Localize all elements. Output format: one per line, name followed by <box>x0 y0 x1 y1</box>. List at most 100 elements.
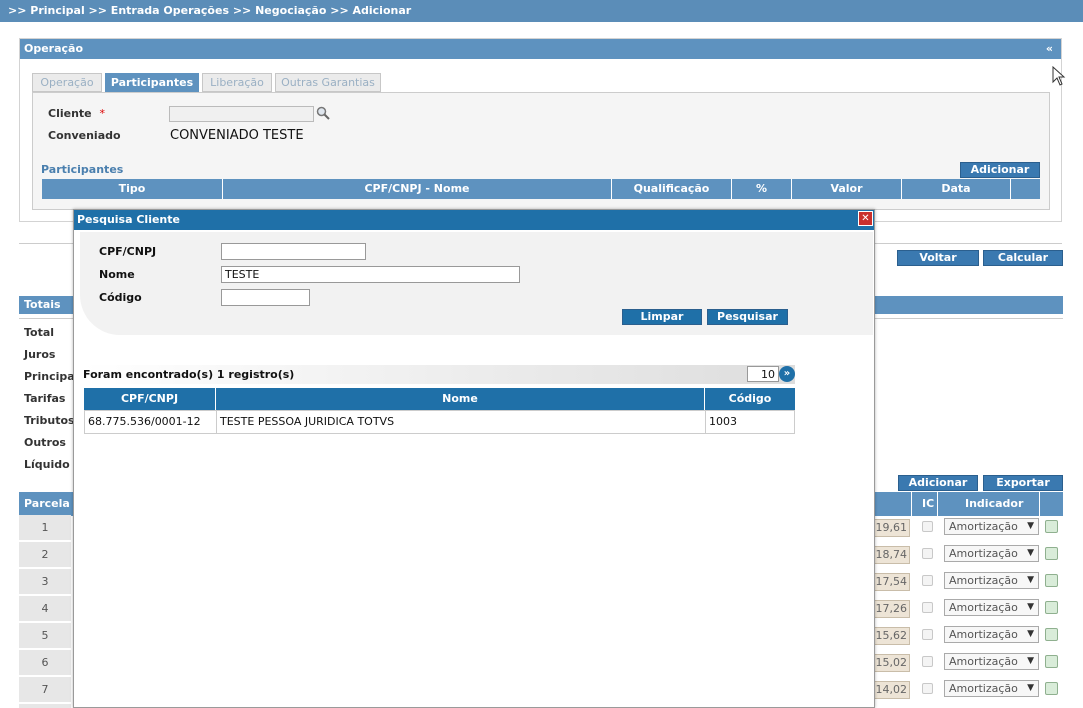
edit-icon[interactable] <box>1045 547 1058 560</box>
totais-principal: Principal <box>24 370 79 383</box>
edit-icon[interactable] <box>1045 628 1058 641</box>
parcela-indicador-select-4[interactable]: Amortização ▼ <box>944 599 1039 616</box>
parcela-indicador-select-1[interactable]: Amortização ▼ <box>944 518 1039 535</box>
parcela-valor-4[interactable]: 17,26 <box>872 600 910 618</box>
col-actions <box>1011 179 1040 199</box>
cliente-label: Cliente * <box>48 107 105 120</box>
totais-outros: Outros <box>24 436 66 449</box>
close-icon[interactable]: ✕ <box>858 211 873 226</box>
parcela-valor-5[interactable]: 15,62 <box>872 627 910 645</box>
participantes-title: Participantes <box>41 163 124 176</box>
parcela-ic-checkbox-6[interactable] <box>922 656 933 667</box>
totais-tributos: Tributos <box>24 414 75 427</box>
totais-title: Totais <box>24 298 61 311</box>
col-ic: IC <box>922 497 935 510</box>
adicionar-parcela-button[interactable]: Adicionar <box>898 475 978 491</box>
parcela-indicador-select-7[interactable]: Amortização ▼ <box>944 680 1039 697</box>
header-sep-3 <box>1039 492 1040 516</box>
double-chevron-icon[interactable]: » <box>779 366 795 382</box>
edit-icon[interactable] <box>1045 682 1058 695</box>
parcela-ic-checkbox-3[interactable] <box>922 575 933 586</box>
page-size-input[interactable]: 10 <box>747 366 779 382</box>
cpf-cnpj-input[interactable] <box>221 243 366 260</box>
cpf-label: CPF/CNPJ <box>99 245 157 258</box>
edit-icon[interactable] <box>1045 655 1058 668</box>
parcela-ic-checkbox-5[interactable] <box>922 629 933 640</box>
codigo-input[interactable] <box>221 289 310 306</box>
col-cpf-nome: CPF/CNPJ - Nome <box>223 179 612 199</box>
parcela-indicador-select-3[interactable]: Amortização ▼ <box>944 572 1039 589</box>
conveniado-label: Conveniado <box>48 129 121 142</box>
tab-liberacao[interactable]: Liberação <box>202 73 272 92</box>
participantes-header: Tipo CPF/CNPJ - Nome Qualificação % Valo… <box>42 179 1040 201</box>
cursor-icon <box>1052 65 1066 86</box>
collapse-icon[interactable]: « <box>1046 39 1053 59</box>
nome-label: Nome <box>99 268 135 281</box>
col-parcela: Parcela <box>24 497 70 510</box>
col-codigo: Código <box>705 388 795 410</box>
calcular-button[interactable]: Calcular <box>983 250 1063 266</box>
parcela-valor-6[interactable]: 15,02 <box>872 654 910 672</box>
parcela-row-4: 4 <box>19 596 71 622</box>
col-valor: Valor <box>792 179 902 199</box>
parcela-valor-1[interactable]: 19,61 <box>872 519 910 537</box>
cell-nome: TESTE PESSOA JURIDICA TOTVS <box>217 411 706 433</box>
tab-operacao[interactable]: Operação <box>32 73 102 92</box>
parcela-ic-checkbox-1[interactable] <box>922 521 933 532</box>
tab-participantes[interactable]: Participantes <box>105 73 199 92</box>
col-nome: Nome <box>216 388 705 410</box>
dialog-title: Pesquisa Cliente <box>77 213 180 226</box>
parcela-indicador-select-5[interactable]: Amortização ▼ <box>944 626 1039 643</box>
edit-icon[interactable] <box>1045 574 1058 587</box>
header-sep-1 <box>911 492 912 516</box>
table-row[interactable]: 68.775.536/0001-12 TESTE PESSOA JURIDICA… <box>84 410 795 434</box>
parcela-indicador-select-2[interactable]: Amortização ▼ <box>944 545 1039 562</box>
voltar-button[interactable]: Voltar <box>897 250 979 266</box>
codigo-label: Código <box>99 291 142 304</box>
results-table-header: CPF/CNPJ Nome Código <box>84 388 795 410</box>
dropdown-arrow-icon: ▼ <box>1027 548 1034 558</box>
results-count: Foram encontrado(s) 1 registro(s) <box>83 368 295 381</box>
dropdown-arrow-icon: ▼ <box>1027 683 1034 693</box>
col-indicador: Indicador <box>965 497 1024 510</box>
edit-icon[interactable] <box>1045 601 1058 614</box>
scroll-edge <box>19 704 71 708</box>
parcela-ic-checkbox-2[interactable] <box>922 548 933 559</box>
results-bar: Foram encontrado(s) 1 registro(s) <box>83 365 795 384</box>
exportar-button[interactable]: Exportar <box>983 475 1063 491</box>
parcela-indicador-select-6[interactable]: Amortização ▼ <box>944 653 1039 670</box>
limpar-button[interactable]: Limpar <box>622 309 702 325</box>
parcela-row-2: 2 <box>19 542 71 568</box>
col-qualificacao: Qualificação <box>612 179 732 199</box>
conveniado-value: CONVENIADO TESTE <box>170 128 304 143</box>
totais-liquido: Líquido <box>24 458 70 471</box>
nome-input[interactable]: TESTE <box>221 266 520 283</box>
totais-juros: Juros <box>24 348 56 361</box>
col-tipo: Tipo <box>42 179 223 199</box>
adicionar-participante-button[interactable]: Adicionar <box>960 162 1040 178</box>
cliente-input[interactable] <box>169 106 314 122</box>
parcela-valor-2[interactable]: 18,74 <box>872 546 910 564</box>
col-data: Data <box>902 179 1011 199</box>
header-sep-2 <box>937 492 938 516</box>
cell-codigo: 1003 <box>709 415 737 428</box>
breadcrumb: >> Principal >> Entrada Operações >> Neg… <box>0 0 1083 22</box>
parcela-ic-checkbox-7[interactable] <box>922 683 933 694</box>
dropdown-arrow-icon: ▼ <box>1027 575 1034 585</box>
search-icon[interactable] <box>316 106 330 120</box>
edit-icon[interactable] <box>1045 520 1058 533</box>
dropdown-arrow-icon: ▼ <box>1027 521 1034 531</box>
panel-title: Operação <box>24 42 84 55</box>
parcela-valor-3[interactable]: 17,54 <box>872 573 910 591</box>
required-mark: * <box>99 107 105 120</box>
dialog-titlebar: Pesquisa Cliente <box>74 210 874 230</box>
parcela-row-5: 5 <box>19 623 71 649</box>
parcela-valor-7[interactable]: 14,02 <box>872 681 910 699</box>
parcela-ic-checkbox-4[interactable] <box>922 602 933 613</box>
pesquisar-button[interactable]: Pesquisar <box>707 309 788 325</box>
dropdown-arrow-icon: ▼ <box>1027 629 1034 639</box>
dropdown-arrow-icon: ▼ <box>1027 656 1034 666</box>
operacao-panel-header: Operação « <box>20 39 1061 59</box>
dropdown-arrow-icon: ▼ <box>1027 602 1034 612</box>
tab-outras-garantias[interactable]: Outras Garantias <box>275 73 381 92</box>
